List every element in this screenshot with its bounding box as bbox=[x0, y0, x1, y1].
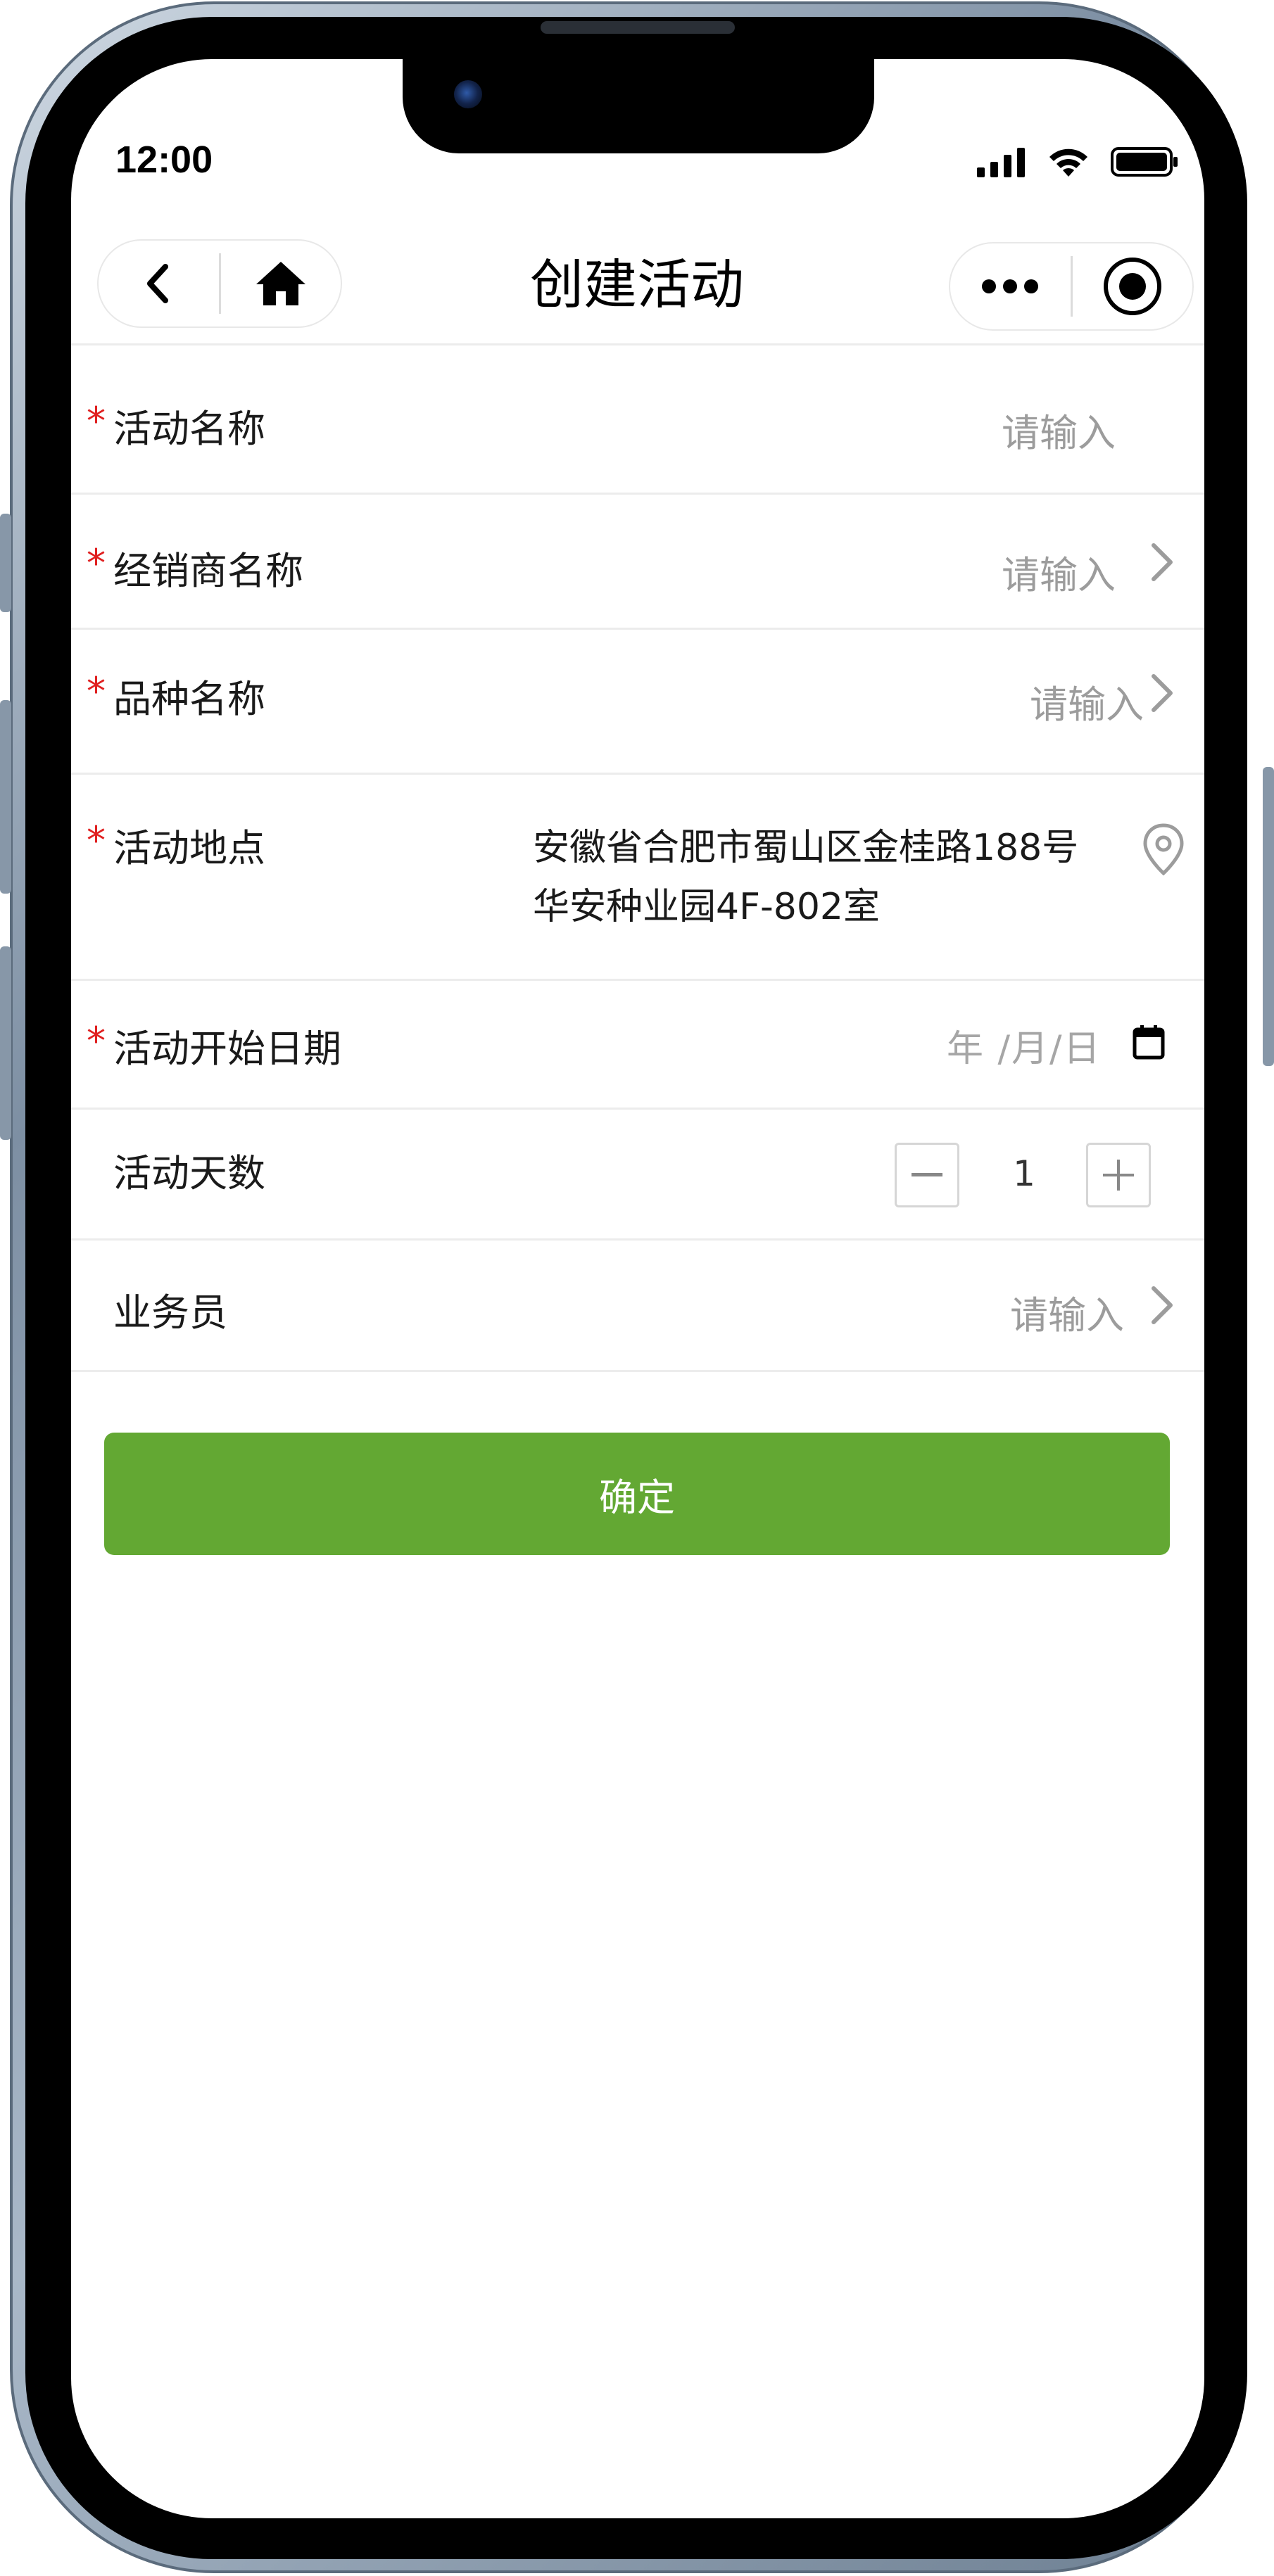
confirm-button[interactable]: 确定 bbox=[104, 1433, 1170, 1555]
home-button[interactable] bbox=[221, 241, 341, 326]
form-row-dealer-name[interactable]: * 经销商名称 请输入 bbox=[71, 495, 1204, 630]
back-button[interactable] bbox=[99, 241, 219, 326]
start-date-input[interactable]: 年 /月/日 bbox=[947, 1019, 1102, 1072]
minus-icon bbox=[912, 1173, 942, 1176]
required-mark: * bbox=[87, 1019, 106, 1063]
variety-name-input[interactable]: 请输入 bbox=[1030, 673, 1144, 729]
form-row-salesperson[interactable]: 业务员 请输入 bbox=[71, 1241, 1204, 1372]
signal-icon bbox=[977, 148, 1025, 177]
close-miniprogram-button[interactable] bbox=[1073, 243, 1193, 329]
status-icons bbox=[977, 141, 1178, 183]
salesperson-label: 业务员 bbox=[113, 1290, 227, 1335]
activity-location-value[interactable]: 安徽省合肥市蜀山区金桂路188号 华安种业园4F-802室 bbox=[533, 818, 1237, 937]
location-pin-icon[interactable] bbox=[1142, 823, 1185, 876]
chevron-right-icon bbox=[1152, 543, 1173, 581]
salesperson-input[interactable]: 请输入 bbox=[1010, 1284, 1124, 1340]
form-row-variety-name[interactable]: * 品种名称 请输入 bbox=[71, 630, 1204, 775]
chevron-right-icon bbox=[1152, 1286, 1173, 1324]
battery-icon bbox=[1111, 147, 1178, 177]
plus-icon bbox=[1103, 1160, 1134, 1191]
required-mark: * bbox=[87, 399, 106, 443]
activity-name-label: 活动名称 bbox=[113, 407, 265, 451]
address-line-2: 华安种业园4F-802室 bbox=[533, 886, 881, 928]
wifi-icon bbox=[1049, 148, 1087, 177]
more-button[interactable] bbox=[950, 243, 1071, 329]
form-row-activity-days: 活动天数 1 bbox=[71, 1110, 1204, 1241]
increase-button[interactable] bbox=[1086, 1143, 1151, 1207]
activity-location-label: 活动地点 bbox=[113, 826, 265, 870]
chevron-right-icon bbox=[1152, 674, 1173, 712]
required-mark: * bbox=[87, 669, 106, 713]
record-icon bbox=[1103, 258, 1161, 315]
variety-name-label: 品种名称 bbox=[113, 677, 265, 721]
speaker-grill bbox=[541, 21, 735, 34]
calendar-icon[interactable] bbox=[1133, 1024, 1165, 1060]
front-camera bbox=[454, 80, 482, 108]
dealer-name-input[interactable]: 请输入 bbox=[1002, 544, 1116, 599]
activity-name-input[interactable]: 请输入 bbox=[1002, 402, 1116, 457]
required-mark: * bbox=[87, 541, 106, 585]
volume-up-button bbox=[0, 700, 11, 894]
required-mark: * bbox=[87, 818, 106, 863]
decrease-button[interactable] bbox=[895, 1143, 959, 1207]
form-row-activity-name[interactable]: * 活动名称 请输入 bbox=[71, 345, 1204, 495]
status-time: 12:00 bbox=[115, 139, 213, 181]
activity-days-label: 活动天数 bbox=[113, 1151, 265, 1195]
start-date-label: 活动开始日期 bbox=[113, 1027, 341, 1071]
address-line-1: 安徽省合肥市蜀山区金桂路188号 bbox=[533, 827, 1079, 869]
dealer-name-label: 经销商名称 bbox=[113, 549, 303, 593]
mute-switch bbox=[0, 514, 11, 612]
activity-days-value[interactable]: 1 bbox=[996, 1153, 1052, 1194]
nav-capsule-left bbox=[97, 239, 342, 328]
more-icon bbox=[982, 279, 1039, 293]
form-row-activity-location[interactable]: * 活动地点 安徽省合肥市蜀山区金桂路188号 华安种业园4F-802室 bbox=[71, 775, 1204, 981]
form-row-start-date[interactable]: * 活动开始日期 年 /月/日 bbox=[71, 981, 1204, 1110]
power-button bbox=[1263, 767, 1274, 1066]
volume-down-button bbox=[0, 946, 11, 1140]
page-title: 创建活动 bbox=[530, 253, 744, 316]
home-icon bbox=[256, 262, 305, 305]
nav-capsule-right bbox=[949, 242, 1194, 331]
back-icon bbox=[147, 264, 169, 303]
